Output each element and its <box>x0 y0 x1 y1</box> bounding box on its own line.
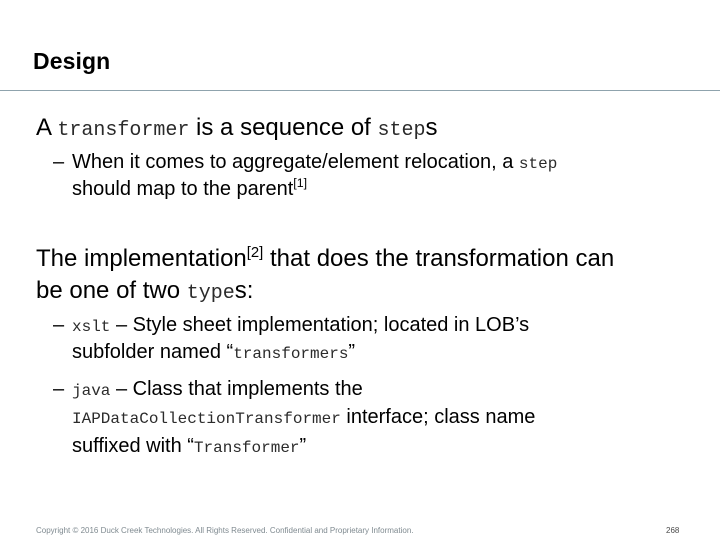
sub-bullet-relocation-cont: should map to the parent[1] <box>72 176 308 201</box>
footer-copyright: Copyright © 2016 Duck Creek Technologies… <box>36 526 414 535</box>
title-divider <box>0 90 720 91</box>
sub2-text-b: subfolder named “ <box>72 341 234 363</box>
sub2-code-transformers: transformers <box>233 345 349 363</box>
bullet1-code-transformer: transformer <box>57 119 190 142</box>
bullet1-code-step: step <box>377 119 426 142</box>
bullet2-text-d: s: <box>234 277 254 304</box>
sub3-text-b: interface; class name <box>340 406 536 428</box>
sub2-text-a: – Style sheet implementation; located in… <box>110 314 530 336</box>
sub2-text-c: ” <box>348 341 356 363</box>
footnote-ref-2: [2] <box>246 244 264 261</box>
bullet1-text-a: A <box>36 114 58 141</box>
sub-bullet-java-cont2: suffixed with “Transformer” <box>72 435 306 458</box>
footnote-ref-1: [1] <box>293 176 308 191</box>
sub-bullet-dash: – <box>53 151 65 173</box>
sub-bullet-dash: – <box>53 378 65 400</box>
sub-bullet-java-cont: IAPDataCollectionTransformer interface; … <box>72 406 535 429</box>
slide-title: Design <box>33 48 111 74</box>
bullet1-text-c: s <box>425 114 438 141</box>
sub3-text-c: suffixed with “ <box>72 435 194 457</box>
sub2-code-xslt: xslt <box>72 318 111 336</box>
sub1-text-b: should map to the parent <box>72 178 294 200</box>
sub1-text-a: When it comes to aggregate/element reloc… <box>72 151 519 173</box>
bullet2-text-b: that does the transformation can <box>263 245 615 272</box>
sub3-code-transformer: Transformer <box>193 439 300 457</box>
sub-bullet-xslt-cont: subfolder named “transformers” <box>72 341 355 364</box>
sub-bullet-relocation: When it comes to aggregate/element reloc… <box>72 151 557 174</box>
bullet-transformer: A transformer is a sequence of steps <box>36 114 438 142</box>
bullet2-text-c: be one of two <box>36 277 187 304</box>
sub3-code-java: java <box>72 382 111 400</box>
sub3-text-d: ” <box>299 435 307 457</box>
bullet1-text-b: is a sequence of <box>189 114 378 141</box>
sub1-code-step: step <box>518 155 558 173</box>
sub-bullet-xslt: xslt – Style sheet implementation; locat… <box>72 314 529 337</box>
bullet2-code-type: type <box>186 282 235 305</box>
sub3-code-interface: IAPDataCollectionTransformer <box>72 410 341 428</box>
bullet-implementation-cont: be one of two types: <box>36 277 253 305</box>
page-number: 268 <box>666 526 680 535</box>
sub-bullet-dash: – <box>53 314 65 336</box>
sub-bullet-java: java – Class that implements the <box>72 378 363 401</box>
bullet-implementation: The implementation[2] that does the tran… <box>36 245 614 273</box>
bullet2-text-a: The implementation <box>36 245 247 272</box>
sub3-text-a: – Class that implements the <box>110 378 363 400</box>
